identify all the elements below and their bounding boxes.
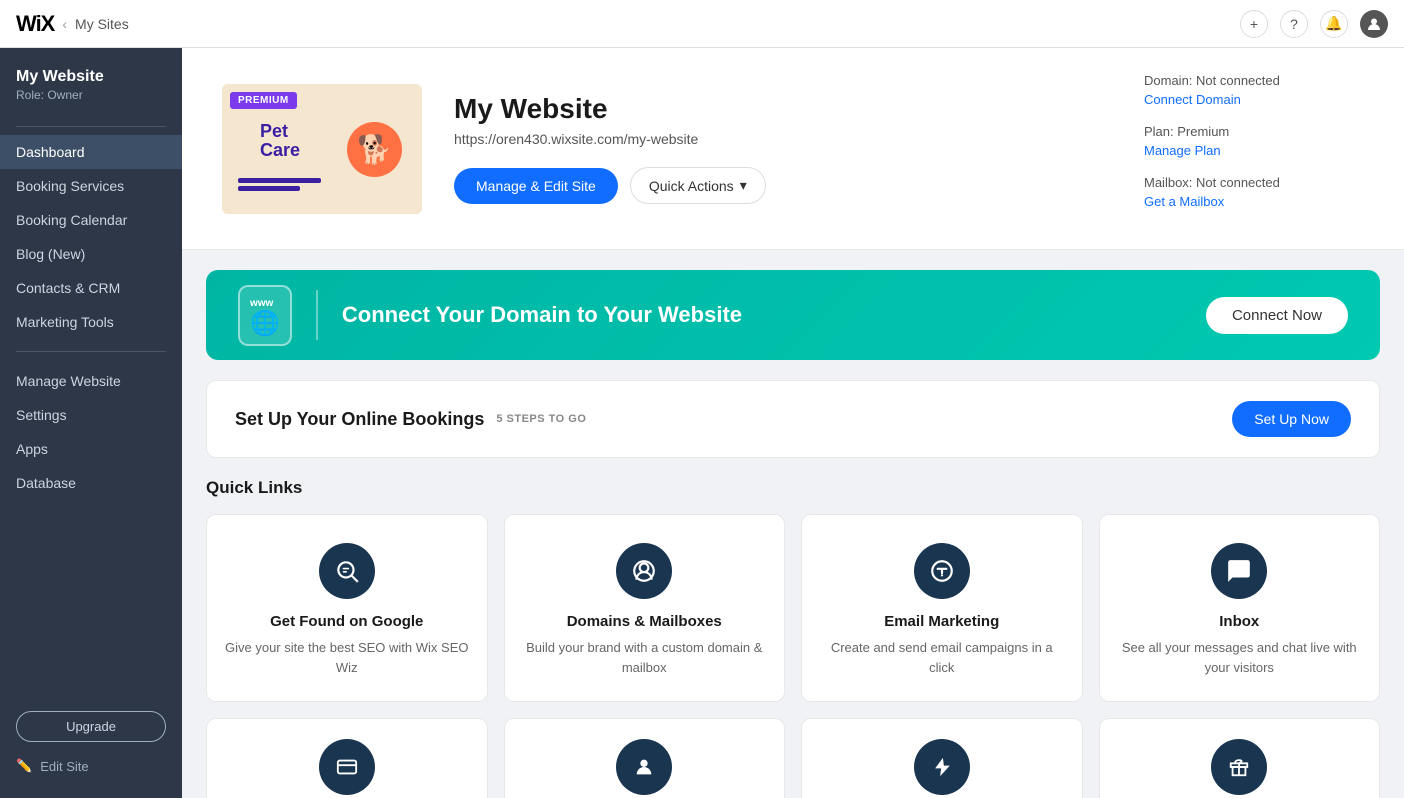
add-icon[interactable]: + (1240, 10, 1268, 38)
bell-icon[interactable]: 🔔 (1320, 10, 1348, 38)
banner-divider (316, 290, 318, 340)
sidebar-item-manage[interactable]: Manage Website (0, 364, 182, 398)
sidebar: My Website Role: Owner Dashboard Booking… (0, 48, 182, 798)
pet-care-text: PetCare (240, 122, 300, 162)
chevron-down-icon: ▾ (740, 177, 747, 194)
setup-badge: 5 STEPS TO GO (496, 413, 586, 425)
quick-link-domains[interactable]: Domains & Mailboxes Build your brand wit… (504, 514, 786, 702)
quick-link-email[interactable]: Email Marketing Create and send email ca… (801, 514, 1083, 702)
setup-now-button[interactable]: Set Up Now (1232, 401, 1351, 437)
meta-plan: Plan: Premium Manage Plan (1144, 123, 1364, 158)
sidebar-item-database[interactable]: Database (0, 466, 182, 500)
plan-label: Plan: Premium (1144, 124, 1229, 139)
quick-link-bottom-2[interactable] (504, 718, 786, 798)
wix-logo: WiX (16, 11, 54, 37)
domains-title: Domains & Mailboxes (567, 613, 722, 630)
setup-title: Set Up Your Online Bookings (235, 409, 484, 430)
email-title: Email Marketing (884, 613, 999, 630)
sidebar-role: Role: Owner (16, 88, 166, 102)
manage-edit-button[interactable]: Manage & Edit Site (454, 168, 618, 204)
upgrade-button[interactable]: Upgrade (16, 711, 166, 742)
contacts-icon-ql (616, 739, 672, 795)
domain-banner: www 🌐 Connect Your Domain to Your Websit… (206, 270, 1380, 360)
flash-icon (914, 739, 970, 795)
site-info: My Website https://oren430.wixsite.com/m… (454, 93, 1112, 204)
layout: My Website Role: Owner Dashboard Booking… (0, 48, 1404, 798)
quick-link-inbox[interactable]: Inbox See all your messages and chat liv… (1099, 514, 1381, 702)
edit-site-label: Edit Site (40, 759, 88, 774)
thumb-bars (238, 178, 342, 194)
my-sites-link[interactable]: My Sites (75, 16, 129, 32)
topbar: WiX ‹ My Sites + ? 🔔 (0, 0, 1404, 48)
quick-links-grid: Get Found on Google Give your site the b… (206, 514, 1380, 702)
main-content: PREMIUM PetCare 🐕 My Website https://ore… (182, 48, 1404, 798)
quick-actions-button[interactable]: Quick Actions ▾ (630, 167, 766, 204)
get-mailbox-link[interactable]: Get a Mailbox (1144, 194, 1364, 209)
site-url: https://oren430.wixsite.com/my-website (454, 131, 1112, 147)
quick-actions-label: Quick Actions (649, 178, 734, 194)
breadcrumb-separator: ‹ (62, 16, 67, 32)
sidebar-item-booking-calendar[interactable]: Booking Calendar (0, 203, 182, 237)
topbar-left: WiX ‹ My Sites (16, 11, 129, 37)
email-desc: Create and send email campaigns in a cli… (818, 638, 1066, 677)
connect-domain-link[interactable]: Connect Domain (1144, 92, 1364, 107)
topbar-right: + ? 🔔 (1240, 10, 1388, 38)
payment-icon (319, 739, 375, 795)
site-actions: Manage & Edit Site Quick Actions ▾ (454, 167, 1112, 204)
inbox-desc: See all your messages and chat live with… (1116, 638, 1364, 677)
quick-links-grid-bottom (206, 718, 1380, 798)
sidebar-item-booking-services[interactable]: Booking Services (0, 169, 182, 203)
sidebar-item-apps[interactable]: Apps (0, 432, 182, 466)
sidebar-item-dashboard[interactable]: Dashboard (0, 135, 182, 169)
seo-icon (319, 543, 375, 599)
edit-site-row[interactable]: ✏️ Edit Site (0, 750, 182, 782)
quick-link-bottom-4[interactable] (1099, 718, 1381, 798)
meta-mailbox: Mailbox: Not connected Get a Mailbox (1144, 174, 1364, 209)
site-thumbnail: PREMIUM PetCare 🐕 (222, 84, 422, 214)
banner-www-icon: www 🌐 (238, 285, 292, 346)
domain-label: Domain: Not connected (1144, 73, 1280, 88)
inbox-title: Inbox (1219, 613, 1259, 630)
meta-domain: Domain: Not connected Connect Domain (1144, 72, 1364, 107)
inbox-icon (1211, 543, 1267, 599)
sidebar-site-name: My Website (16, 68, 166, 86)
quick-link-seo[interactable]: Get Found on Google Give your site the b… (206, 514, 488, 702)
sidebar-spacer (0, 500, 182, 699)
sidebar-item-settings[interactable]: Settings (0, 398, 182, 432)
sidebar-divider-mid (16, 351, 166, 352)
banner-text: Connect Your Domain to Your Website (342, 302, 1182, 328)
avatar[interactable] (1360, 10, 1388, 38)
premium-badge: PREMIUM (230, 92, 297, 109)
sidebar-header: My Website Role: Owner (0, 48, 182, 118)
mailbox-label: Mailbox: Not connected (1144, 175, 1280, 190)
domains-desc: Build your brand with a custom domain & … (521, 638, 769, 677)
edit-icon: ✏️ (16, 758, 32, 774)
domains-icon (616, 543, 672, 599)
manage-plan-link[interactable]: Manage Plan (1144, 143, 1364, 158)
seo-title: Get Found on Google (270, 613, 423, 630)
site-meta: Domain: Not connected Connect Domain Pla… (1144, 72, 1364, 225)
site-header-card: PREMIUM PetCare 🐕 My Website https://ore… (182, 48, 1404, 250)
sidebar-item-marketing[interactable]: Marketing Tools (0, 305, 182, 339)
sidebar-divider-top (16, 126, 166, 127)
site-title: My Website (454, 93, 1112, 125)
thumb-bar-2 (238, 186, 300, 191)
quick-links-section: Quick Links Get Found on Google Give you… (182, 478, 1404, 798)
sidebar-item-blog[interactable]: Blog (New) (0, 237, 182, 271)
gift-icon (1211, 739, 1267, 795)
connect-now-button[interactable]: Connect Now (1206, 297, 1348, 334)
sidebar-item-contacts[interactable]: Contacts & CRM (0, 271, 182, 305)
help-icon[interactable]: ? (1280, 10, 1308, 38)
seo-desc: Give your site the best SEO with Wix SEO… (223, 638, 471, 677)
quick-link-bottom-3[interactable] (801, 718, 1083, 798)
quick-links-title: Quick Links (206, 478, 1380, 498)
thumb-bar-1 (238, 178, 321, 183)
email-icon (914, 543, 970, 599)
quick-link-bottom-1[interactable] (206, 718, 488, 798)
bookings-setup-bar: Set Up Your Online Bookings 5 STEPS TO G… (206, 380, 1380, 458)
dog-icon: 🐕 (347, 122, 402, 177)
